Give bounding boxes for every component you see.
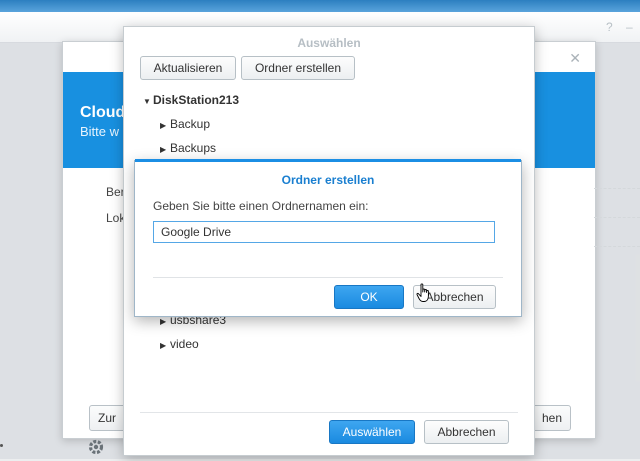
- select-button[interactable]: Auswählen: [329, 420, 415, 444]
- tree-root-label: DiskStation213: [153, 93, 240, 107]
- taskbar-dot: [0, 444, 3, 447]
- dialog-title: Ordner erstellen: [281, 173, 375, 187]
- create-folder-button[interactable]: Ordner erstellen: [241, 56, 355, 80]
- folder-name-input[interactable]: [153, 221, 495, 243]
- divider: [140, 412, 518, 413]
- background-lines: [594, 160, 640, 260]
- dialog-accent-bar: [135, 159, 521, 162]
- banner-title: Cloud: [80, 104, 126, 121]
- ok-button[interactable]: OK: [334, 285, 404, 309]
- close-icon[interactable]: ✕: [569, 50, 581, 67]
- tree-item-label: Backups: [170, 141, 217, 155]
- field-label-1: Ber: [106, 185, 125, 199]
- folder-name-prompt: Geben Sie bitte einen Ordnernamen ein:: [153, 199, 369, 213]
- caret-right-icon[interactable]: ▶: [160, 317, 170, 326]
- caret-down-icon[interactable]: ▼: [143, 97, 153, 106]
- tree-root[interactable]: ▼ DiskStation213: [143, 93, 239, 107]
- hand-cursor-icon: [416, 283, 429, 302]
- tree-item-video[interactable]: ▶ video: [160, 337, 199, 351]
- tree-item-label: Backup: [170, 117, 211, 131]
- gear-icon[interactable]: [87, 438, 105, 456]
- divider: [153, 277, 503, 278]
- banner-subtitle: Bitte w: [80, 124, 120, 139]
- minimize-icon[interactable]: –: [626, 20, 633, 34]
- tree-item-backups[interactable]: ▶ Backups: [160, 141, 216, 155]
- desktop-top-bar: [0, 0, 640, 12]
- tree-item-label: video: [170, 337, 199, 351]
- caret-right-icon[interactable]: ▶: [160, 341, 170, 350]
- dialog-title: Auswählen: [297, 36, 361, 50]
- tree-item-backup[interactable]: ▶ Backup: [160, 117, 210, 131]
- caret-right-icon[interactable]: ▶: [160, 145, 170, 154]
- help-icon[interactable]: ?: [606, 20, 613, 34]
- cancel-button[interactable]: Abbrechen: [424, 420, 509, 444]
- caret-right-icon[interactable]: ▶: [160, 121, 170, 130]
- refresh-button[interactable]: Aktualisieren: [140, 56, 236, 80]
- create-folder-dialog: Ordner erstellen Geben Sie bitte einen O…: [134, 159, 522, 317]
